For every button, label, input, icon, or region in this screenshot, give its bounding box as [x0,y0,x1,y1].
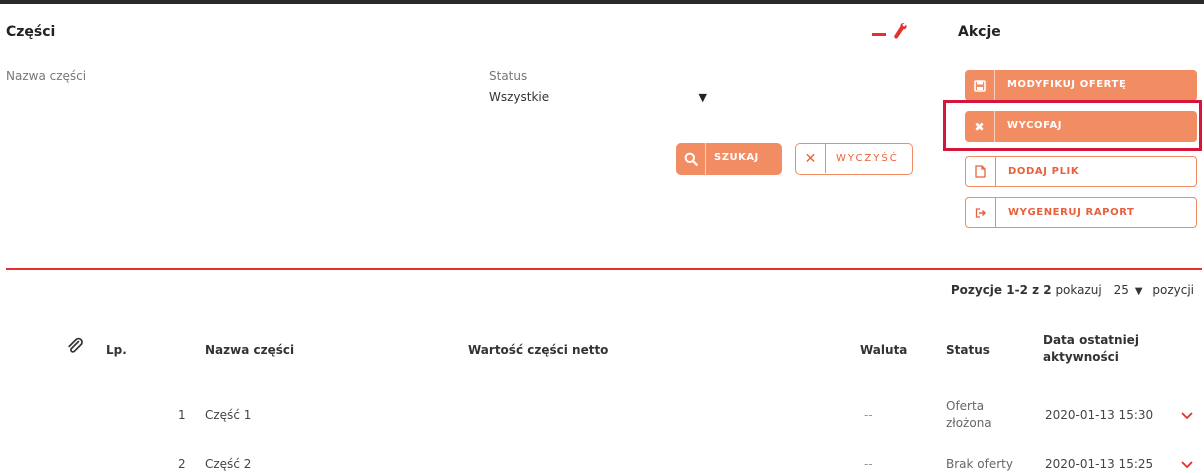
paperclip-icon [68,337,83,353]
row-1-currency: -- [864,408,873,422]
row-1-date: 2020-01-13 15:30 [1045,408,1154,422]
file-icon [966,157,996,186]
row-1-lp: 1 [178,408,186,422]
column-header-last-activity: Data ostatniej aktywności [1043,333,1139,364]
status-select[interactable]: Wszystkie ▼ [489,90,715,110]
row-2-currency: -- [864,457,873,471]
pagination-show-label: pokazuj [1055,283,1102,297]
section-divider [6,268,1202,270]
modify-offer-button[interactable]: MODYFIKUJ OFERTĘ [965,70,1197,101]
column-header-last-activity-line1: Data ostatniej [1043,333,1139,347]
chevron-down-icon[interactable] [1180,411,1194,421]
row-1-name[interactable]: Część 1 [205,408,251,422]
select-arrow-icon[interactable]: ▼ [1135,286,1143,297]
clear-button[interactable]: ✕ WYCZYŚĆ [795,143,913,175]
column-header-lp: Lp. [106,343,127,357]
export-icon [966,198,996,227]
generate-report-button[interactable]: WYGENERUJ RAPORT [965,197,1197,228]
modify-offer-label: MODYFIKUJ OFERTĘ [1007,79,1127,90]
parts-panel-title: Części [6,24,56,40]
pagination-range: Pozycje 1-2 z 2 [950,283,1052,297]
column-header-status: Status [946,343,990,357]
row-2-name[interactable]: Część 2 [205,457,251,471]
row-1-status-line2: złożona [946,416,992,430]
column-header-currency: Waluta [860,343,908,357]
wrench-icon[interactable] [893,22,907,40]
row-2-lp: 2 [178,457,186,471]
status-label: Status [489,69,528,83]
pagination-bar: Pozycje 1-2 z 2 pokazuj 25 ▼ pozycji [951,283,1194,297]
pagination-items-label: pozycji [1152,283,1194,297]
row-1-status-line1: Oferta [946,399,985,413]
search-icon [676,143,706,175]
column-header-last-activity-line2: aktywności [1043,350,1119,364]
row-1-status: Oferta złożona [946,398,992,432]
row-2-date: 2020-01-13 15:25 [1045,457,1154,471]
page-size-select[interactable]: 25 [1114,283,1129,297]
top-strip [0,0,1204,4]
add-file-label: DODAJ PLIK [1008,166,1080,177]
column-header-name: Nazwa części [205,343,295,357]
status-select-value: Wszystkie [489,90,550,104]
collapse-icon[interactable] [872,33,886,36]
clear-button-label: WYCZYŚĆ [836,153,899,164]
chevron-down-icon[interactable] [1180,460,1194,470]
save-icon [965,70,995,101]
close-icon: ✕ [796,144,826,173]
generate-report-label: WYGENERUJ RAPORT [1008,207,1135,218]
row-2-status: Brak oferty [946,457,1013,471]
column-header-net-value: Wartość części netto [468,343,609,357]
add-file-button[interactable]: DODAJ PLIK [965,156,1197,187]
search-button-label: SZUKAJ [714,152,759,163]
highlight-box [943,100,1202,151]
select-arrow-icon: ▼ [698,91,707,104]
part-name-label: Nazwa części [6,69,87,83]
actions-panel-title: Akcje [958,24,1001,40]
search-button[interactable]: SZUKAJ [676,143,782,175]
